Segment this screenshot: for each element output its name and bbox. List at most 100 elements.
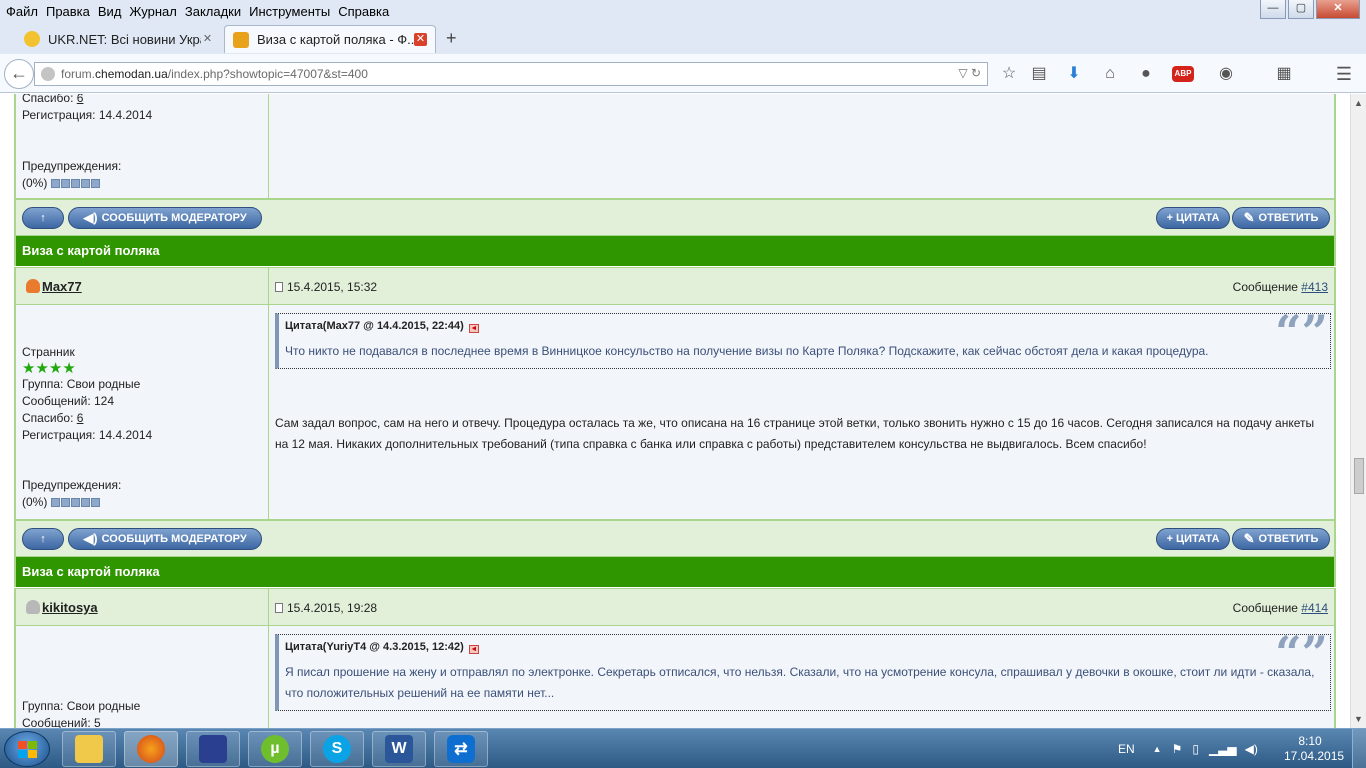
tray-expand-icon[interactable]: ▲ <box>1153 744 1162 754</box>
taskbar-utorrent[interactable]: µ <box>248 731 302 767</box>
topic-title-bar: Виза с картой поляка <box>16 557 1334 587</box>
maximize-button[interactable]: ▢ <box>1288 0 1314 19</box>
post-number-link[interactable]: #414 <box>1301 601 1328 615</box>
minimize-button[interactable]: — <box>1260 0 1286 19</box>
close-window-button[interactable]: ✕ <box>1316 0 1360 19</box>
user-message-count: Сообщений: 124 <box>22 394 115 408</box>
url-path: /index.php?showtopic=47007&st=400 <box>167 67 368 81</box>
reload-icon[interactable]: ▽ ↻ <box>958 66 981 80</box>
quote-header: Цитата(YuriyT4 @ 4.3.2015, 12:42) ◄ <box>285 641 479 654</box>
tab-forum[interactable]: Виза с картой поляка - Ф... ✕ <box>224 25 436 53</box>
thanks-link[interactable]: 6 <box>77 411 84 425</box>
author-link[interactable]: Max77 <box>26 279 82 294</box>
taskbar-save[interactable] <box>186 731 240 767</box>
post-body: Цитата(Max77 @ 14.4.2015, 22:44) ◄ “” Чт… <box>269 305 1334 519</box>
user-group: Группа: Свои родные <box>22 377 141 391</box>
back-icon: ← <box>10 63 28 83</box>
scroll-down-icon[interactable]: ▼ <box>1354 714 1363 724</box>
warnings-value: (0%) <box>22 494 101 511</box>
folder-icon <box>75 735 103 763</box>
menu-edit[interactable]: Правка <box>42 4 94 19</box>
author-link[interactable]: kikitosya <box>26 600 98 615</box>
scroll-top-button[interactable]: ↑ <box>22 528 64 550</box>
menu-help[interactable]: Справка <box>334 4 393 19</box>
volume-icon[interactable]: ◀) <box>1245 742 1258 756</box>
tab-close-icon[interactable]: ✕ <box>201 33 214 46</box>
floppy-disk-icon <box>199 735 227 763</box>
taskbar-word[interactable]: W <box>372 731 426 767</box>
report-moderator-button[interactable]: ◀) СООБЩИТЬ МОДЕРАТОРУ <box>68 207 262 229</box>
scroll-up-icon[interactable]: ▲ <box>1354 98 1363 108</box>
home-icon[interactable]: ⌂ <box>1100 64 1120 84</box>
tab-ukrnet[interactable]: UKR.NET: Всі новини Укра... ✕ <box>16 25 222 53</box>
taskbar-firefox[interactable] <box>124 731 178 767</box>
show-desktop-button[interactable] <box>1352 729 1366 768</box>
quote-jump-icon[interactable]: ◄ <box>468 324 479 333</box>
taskbar-teamviewer[interactable]: ⇄ <box>434 731 488 767</box>
taskbar-explorer[interactable] <box>62 731 116 767</box>
url-bar[interactable]: forum. chemodan.ua/index.php?showtopic=47… <box>34 62 988 86</box>
post-date: 15.4.2015, 19:28 <box>275 601 377 615</box>
scroll-top-button[interactable]: ↑ <box>22 207 64 229</box>
reply-button[interactable]: ✎ ОТВЕТИТЬ <box>1232 207 1330 229</box>
pen-icon: ✎ <box>1243 531 1255 546</box>
flag-icon[interactable]: ⚑ <box>1172 742 1183 756</box>
menu-icon[interactable]: ☰ <box>1334 64 1354 84</box>
quote-block: Цитата(YuriyT4 @ 4.3.2015, 12:42) ◄ “” Я… <box>275 630 1331 711</box>
rank-stars: ★★★★ <box>22 360 76 377</box>
vertical-scrollbar[interactable]: ▲ ▼ <box>1350 94 1366 728</box>
reply-button[interactable]: ✎ ОТВЕТИТЬ <box>1232 528 1330 550</box>
thanks-link[interactable]: 6 <box>77 94 84 105</box>
menu-tools[interactable]: Инструменты <box>245 4 334 19</box>
suitcase-favicon-icon <box>233 31 249 48</box>
quote-jump-icon[interactable]: ◄ <box>468 645 479 654</box>
speaker-icon: ◀) <box>83 210 98 225</box>
menu-view[interactable]: Вид <box>94 4 126 19</box>
scrollbar-thumb[interactable] <box>1354 458 1364 494</box>
back-button[interactable]: ← <box>4 59 34 89</box>
menu-history[interactable]: Журнал <box>125 4 180 19</box>
post-number: Сообщение #414 <box>1232 601 1328 615</box>
menu-bar: Файл Правка Вид Журнал Закладки Инструме… <box>0 0 1366 22</box>
taskbar: µ S W ⇄ EN ▲ ⚑ ▯ ▁▃▅ ◀) 8:10 17.04.2015 <box>0 728 1366 768</box>
post-number-link[interactable]: #413 <box>1301 280 1328 294</box>
post-body <box>269 94 1334 198</box>
network-signal-icon[interactable]: ▁▃▅ <box>1209 742 1237 756</box>
tab-close-icon[interactable]: ✕ <box>414 33 427 46</box>
adblock-icon[interactable]: ABP <box>1172 66 1194 82</box>
language-indicator[interactable]: EN <box>1118 742 1135 756</box>
tab-bar: UKR.NET: Всі новини Укра... ✕ Виза с кар… <box>0 22 1366 54</box>
quote-block: Цитата(Max77 @ 14.4.2015, 22:44) ◄ “” Чт… <box>275 305 1331 369</box>
new-tab-button[interactable]: + <box>446 28 457 49</box>
download-icon[interactable]: ⬇ <box>1064 64 1084 84</box>
quote-button[interactable]: + ЦИТАТА <box>1156 207 1230 229</box>
post-actions-bar: ↑ ◀) СООБЩИТЬ МОДЕРАТОРУ + ЦИТАТА ✎ ОТВЕТИ… <box>16 519 1334 557</box>
word-icon: W <box>385 735 413 763</box>
menu-file[interactable]: Файл <box>2 4 42 19</box>
tab-title: Виза с картой поляка - Ф... <box>257 32 414 47</box>
report-moderator-button[interactable]: ◀) СООБЩИТЬ МОДЕРАТОРУ <box>68 528 262 550</box>
extension-icon[interactable]: ◉ <box>1216 64 1236 84</box>
author-info: Спасибо: 6 Регистрация: 14.4.2014 Предуп… <box>16 94 269 198</box>
menu-bookmarks[interactable]: Закладки <box>181 4 245 19</box>
quote-button[interactable]: + ЦИТАТА <box>1156 528 1230 550</box>
speaker-icon: ◀) <box>83 531 98 546</box>
reading-list-icon[interactable]: ▤ <box>1029 64 1049 84</box>
thanks-line: Спасибо: 6 <box>22 411 84 425</box>
addon-icon[interactable]: ▦ <box>1274 64 1294 84</box>
clock-time: 8:10 <box>1298 734 1322 748</box>
firefox-icon <box>137 735 165 763</box>
system-tray: EN ▲ ⚑ ▯ ▁▃▅ ◀) <box>1118 729 1258 768</box>
start-button[interactable] <box>4 731 50 767</box>
device-icon[interactable]: ▯ <box>1192 742 1199 756</box>
author-info: Странник ★★★★ Группа: Свои родные Сообще… <box>16 305 269 519</box>
quote-marks-icon: “” <box>1275 305 1328 359</box>
user-message-count: Сообщений: 5 <box>22 716 101 728</box>
chat-icon[interactable]: ● <box>1136 64 1156 84</box>
clock[interactable]: 8:10 17.04.2015 <box>1284 734 1344 764</box>
post-413: Max77 15.4.2015, 15:32 Сообщение #413 Ст… <box>14 267 1336 587</box>
ukrnet-favicon-icon <box>24 31 40 47</box>
bookmark-star-icon[interactable]: ☆ <box>999 64 1019 84</box>
author-header: kikitosya <box>16 588 269 626</box>
taskbar-skype[interactable]: S <box>310 731 364 767</box>
